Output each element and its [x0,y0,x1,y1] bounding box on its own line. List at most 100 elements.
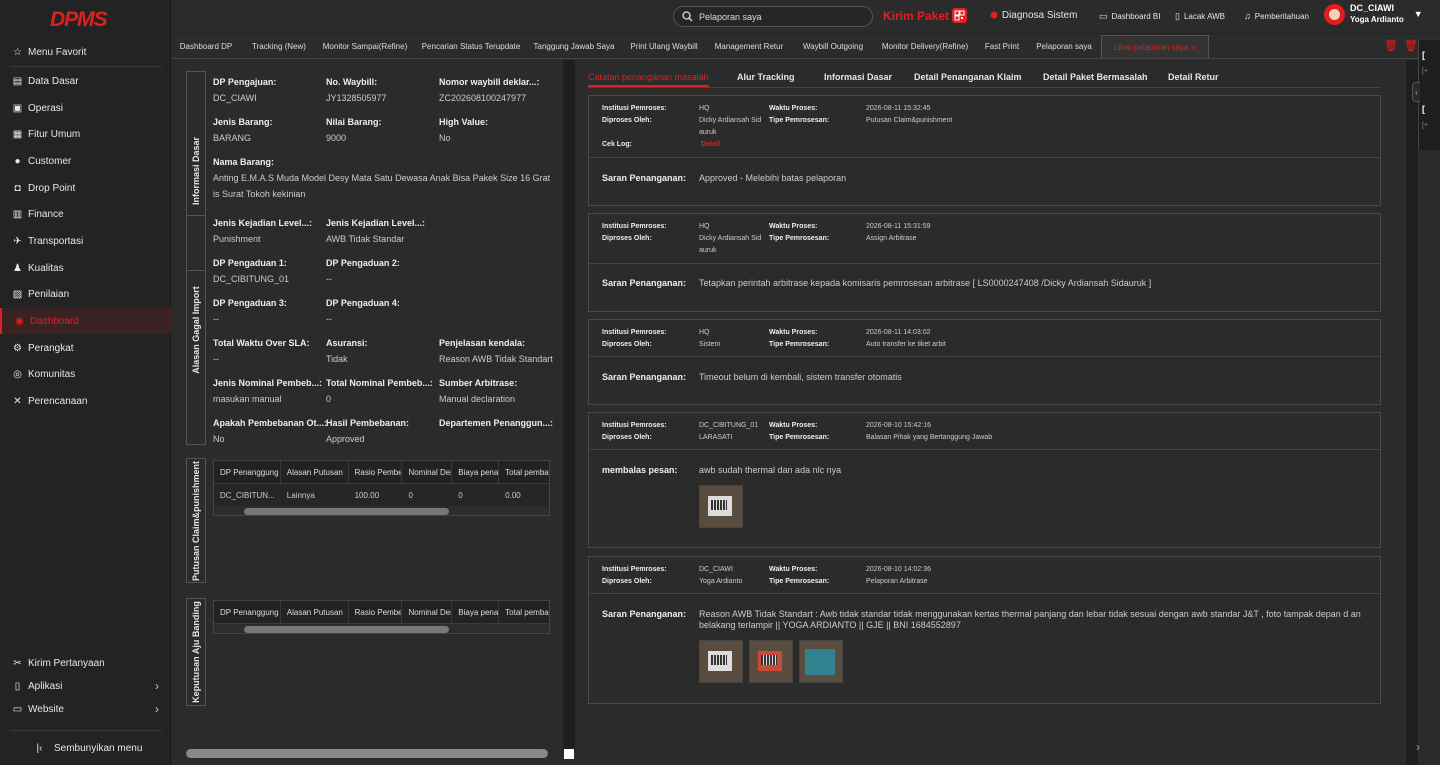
table-cell: Lainnya [286,490,315,500]
close-icon[interactable]: × [1191,43,1196,52]
meta-label: Waktu Proses: [769,422,818,429]
sidebar-item-transportasi[interactable]: ✈ Transportasi [0,228,171,254]
tab-lihat-pelaporan-saya[interactable]: Lihat pelaporan saya × [1101,35,1209,58]
sidebar-item-drop-point[interactable]: ◘ Drop Point [0,175,171,201]
sidebar-item-perangkat[interactable]: ⚙ Perangkat [0,335,171,361]
meta-label: Institusi Pemroses: [602,566,667,573]
tab-print-ulang[interactable]: Print Ulang Waybill [628,35,700,58]
phone-icon: ▯ [14,680,21,692]
hide-menu-button[interactable]: |‹ Sembunyikan menu [0,735,171,761]
tab-detail-retur[interactable]: Detail Retur [1168,72,1219,82]
table-scrollbar[interactable] [214,506,549,515]
sidebar-item-penilaian[interactable]: ▨ Penilaian [0,281,171,307]
left-panel-scrollbar[interactable] [563,60,575,750]
side-drawer: [ [+ [ [+ [1418,40,1440,150]
field-label: DP Pengajuan: [213,77,277,87]
tab-monitor-delivery[interactable]: Monitor Delivery(Refine) [880,35,970,58]
left-panel-hscrollbar[interactable] [186,749,548,758]
sidebar-item-label: Data Dasar [28,75,79,87]
collapse-icon: |‹ [36,742,43,754]
dashboard-bi-link[interactable]: ▭ Dashboard BI [1099,11,1160,22]
right-panel-scrollbar[interactable] [1406,60,1418,765]
sidebar-item-kualitas[interactable]: ♟ Kualitas [0,255,171,281]
meta-value: Dicky Ardiansah Sid [699,235,762,242]
search-input[interactable]: Pelaporan saya [673,6,873,27]
sidebar-item-label: Kirim Pertanyaan [28,657,105,669]
droppoint-icon: ◘ [14,182,21,194]
dpms-logo[interactable]: DPMS [50,8,108,32]
tab-informasi-dasar[interactable]: Informasi Dasar [824,72,892,82]
scrollbar-thumb[interactable] [244,508,449,515]
meta-label: Tipe Pemrosesan: [769,578,830,585]
tab-tanggung-jawab[interactable]: Tanggung Jawab Saya [534,35,615,58]
tab-management-retur[interactable]: Management Retur [713,35,785,58]
field-label: DP Pengaduan 4: [326,298,400,308]
tab-detail-paket-bermasalah[interactable]: Detail Paket Bermasalah [1043,72,1148,82]
column-header: Alasan Putusan [281,461,349,483]
content-value: awb sudah thermal dan ada nlc nya [699,465,842,475]
sidebar-item-menu-favorit[interactable]: ☆ Menu Favorit [0,39,171,65]
content-value: Tetapkan perintah arbitrase kepada komis… [699,278,1152,288]
tab-waybill-outgoing[interactable]: Waybill Outgoing [800,35,866,58]
attachment-thumbnail[interactable] [699,640,743,683]
tab-monitor-sampai[interactable]: Monitor Sampai(Refine) [320,35,410,58]
tab-dashboard-dp[interactable]: Dashboard DP [172,35,240,58]
field-label: Hasil Pembebanan: [326,418,410,428]
field-label: Departemen Penanggun...: [439,418,554,428]
lacak-awb-link[interactable]: ▯ Lacak AWB [1175,11,1225,22]
sidebar-item-komunitas[interactable]: ◎ Komunitas [0,361,171,387]
tab-pelaporan-saya[interactable]: Pelaporan saya [1034,35,1094,58]
lacak-awb-label: Lacak AWB [1183,12,1226,21]
tab-label: Lihat pelaporan saya [1114,42,1189,52]
chevron-right-icon[interactable]: › [1416,740,1420,754]
community-icon: ◎ [13,368,22,380]
tab-detail-penanganan-klaim[interactable]: Detail Penanganan Klaim [914,72,1022,82]
tab-alur-tracking[interactable]: Alur Tracking [737,72,795,82]
scrollbar-thumb[interactable] [244,626,449,633]
sidebar-item-label: Kualitas [28,262,64,274]
sidebar-item-label: Fitur Umum [28,128,81,140]
detail-link[interactable]: Detail [701,139,720,151]
diagnosa-sistem-link[interactable]: ⬢ Diagnosa Sistem [990,10,1077,21]
attachment-thumbnail[interactable] [799,640,843,683]
sidebar-item-label: Transportasi [28,235,84,247]
sidebar-item-finance[interactable]: ▥ Finance [0,201,171,227]
section-title: Keputusan Aju Banding [191,601,202,703]
sidebar-item-customer[interactable]: ● Customer [0,148,171,174]
column-header: Biaya penang... [452,601,500,623]
sidebar-item-label: Dashboard [30,315,79,327]
drawer-text: [+ [1422,122,1429,129]
tab-catatan-penanganan[interactable]: Catatan penanganan masalah [588,72,709,87]
pemberitahuan-label: Pemberitahuan [1254,11,1310,21]
pemberitahuan-link[interactable]: ♫ Pemberitahuan [1244,11,1309,21]
tab-fast-print[interactable]: Fast Print [982,35,1022,58]
sidebar-item-data-dasar[interactable]: ▤ Data Dasar [0,68,171,94]
table-scrollbar[interactable] [214,624,549,633]
sidebar-item-perencanaan[interactable]: ✕ Perencanaan [0,388,171,414]
trash-icon[interactable]: 🗑 [1384,39,1398,52]
sidebar-item-website[interactable]: ▭ Website › [0,696,171,722]
record-card: Institusi Pemroses: DC_CIBITUNG_01 Dipro… [588,412,1381,548]
field-value: No [213,434,225,444]
meta-value: Dicky Ardiansah Sid [699,117,762,124]
sidebar-divider [10,730,162,731]
attachment-thumbnail[interactable] [699,485,743,528]
meta-value: HQ [699,329,710,336]
app-root: DPMS ☆ Menu Favorit ▤ Data Dasar ▣ Opera… [0,0,1440,765]
sidebar-item-dashboard[interactable]: ◉ Dashboard [0,308,171,334]
tab-pencarian-status[interactable]: Pencarian Status Terupdate [421,35,521,58]
sidebar-item-label: Penilaian [28,288,70,300]
tab-tracking-new[interactable]: Tracking (New) [248,35,310,58]
kirim-paket-button[interactable]: Kirim Paket [883,8,968,23]
top-bar: Pelaporan saya Kirim Paket ⬢ Diagnosa Si… [172,0,1440,34]
sidebar-item-operasi[interactable]: ▣ Operasi [0,95,171,121]
field-label: DP Pengaduan 2: [326,258,400,268]
field-label: High Value: [439,117,489,127]
trash-all-icon[interactable]: 🗑 [1404,39,1418,52]
drawer-toggle[interactable]: ‹ [1412,82,1420,102]
sidebar-item-fitur-umum[interactable]: ▦ Fitur Umum [0,121,171,147]
sidebar-item-label: Perencanaan [28,395,88,407]
user-menu[interactable]: DC_CIAWI Yoga Ardianto ▼ [1324,3,1423,25]
field-value: -- [213,314,219,324]
attachment-thumbnail[interactable] [749,640,793,683]
